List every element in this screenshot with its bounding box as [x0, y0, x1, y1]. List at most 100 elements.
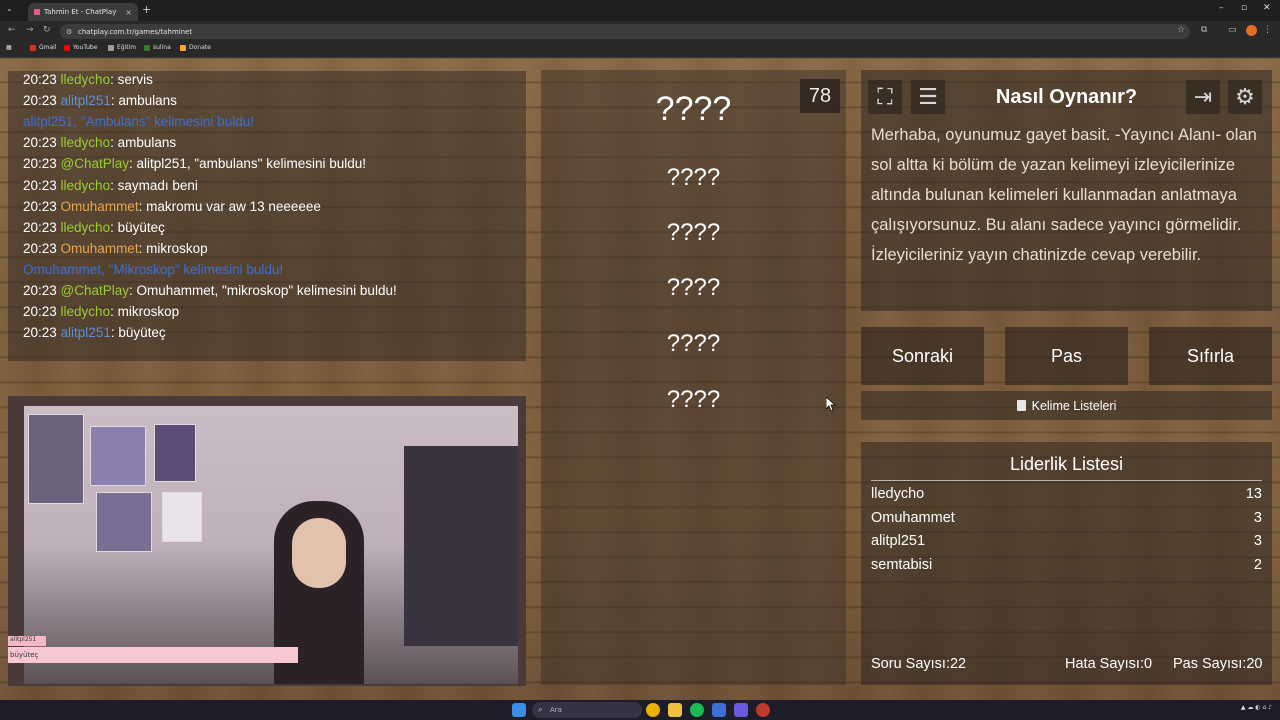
wall-poster	[90, 426, 146, 486]
chat-username[interactable]: Omuhammet,	[23, 262, 105, 277]
chat-timestamp: 20:23	[23, 219, 61, 235]
obs-icon[interactable]	[756, 703, 770, 717]
chat-message: 20:23 lledycho: servis	[23, 72, 153, 87]
bookmark-sulina[interactable]: sulina	[144, 44, 171, 51]
forward-icon[interactable]: →	[26, 25, 34, 35]
spotify-icon[interactable]	[690, 703, 704, 717]
back-icon[interactable]: ←	[8, 25, 16, 35]
overlay-message: büyüteç	[8, 647, 298, 663]
chat-username[interactable]: alitpl251	[61, 93, 111, 108]
reload-icon[interactable]: ↻	[43, 25, 51, 35]
chat-username[interactable]: @ChatPlay	[61, 283, 129, 298]
wall-poster	[154, 424, 196, 482]
chat-message: 20:23 alitpl251: ambulans	[23, 93, 177, 108]
webcam-video	[24, 406, 518, 684]
chat-username[interactable]: Omuhammet	[61, 241, 139, 256]
chat-username[interactable]: lledycho	[61, 135, 111, 150]
leaderboard-panel: Liderlik Listesi lledycho 13 Omuhammet 3…	[861, 442, 1272, 685]
bookmark-star-icon[interactable]: ☆	[1177, 25, 1185, 35]
windows-taskbar: ⌕ Ara ▲ ☁ ◐ ⌂ ♪	[0, 700, 1280, 720]
next-button[interactable]: Sonraki	[861, 327, 984, 385]
chat-username[interactable]: alitpl251,	[23, 114, 77, 129]
apps-grid-icon[interactable]: ▦	[6, 44, 12, 51]
donate-icon	[180, 44, 186, 51]
wall-poster	[162, 492, 202, 542]
chat-text: : saymadı beni	[110, 177, 198, 193]
chat-message: 20:23 Omuhammet: makromu var aw 13 neeee…	[23, 199, 321, 214]
chat-message: 20:23 lledycho: saymadı beni	[23, 178, 198, 193]
pass-button[interactable]: Pas	[1005, 327, 1128, 385]
chat-timestamp: 20:23	[23, 325, 61, 341]
extensions-icon[interactable]: ⧉	[1201, 25, 1207, 35]
close-window-icon[interactable]: ✕	[1263, 3, 1271, 13]
chat-username[interactable]: lledycho	[61, 220, 111, 235]
chat-message: 20:23 Omuhammet: mikroskop	[23, 241, 208, 256]
taskbar-search[interactable]: ⌕ Ara	[532, 702, 642, 718]
mouse-cursor-icon	[826, 397, 836, 411]
chat-timestamp: 20:23	[23, 283, 61, 298]
new-tab-icon[interactable]: +	[142, 3, 151, 16]
taskbar-search-placeholder: Ara	[550, 706, 562, 714]
chat-username[interactable]: lledycho	[61, 178, 111, 193]
forbidden-word: ????	[666, 164, 721, 191]
chat-username[interactable]: Omuhammet	[61, 199, 139, 214]
discord-icon[interactable]	[734, 703, 748, 717]
minimize-icon[interactable]: –	[1219, 3, 1224, 13]
site-info-icon[interactable]: ⚙	[66, 28, 72, 36]
windows-start-icon[interactable]	[512, 703, 526, 717]
browser-tab-active[interactable]: Tahmin Et - ChatPlay ×	[28, 3, 138, 21]
chat-username[interactable]: alitpl251	[61, 325, 111, 340]
leaderboard-row: semtabisi 2	[871, 557, 1262, 573]
maximize-icon[interactable]: ▫	[1241, 3, 1247, 13]
tab-close-icon[interactable]: ×	[125, 8, 132, 17]
app-icon[interactable]	[712, 703, 726, 717]
leaderboard-score: 13	[1245, 486, 1262, 502]
browser-tab-strip: ⌄ Tahmin Et - ChatPlay × + – ▫ ✕	[0, 0, 1280, 21]
address-bar[interactable]: ⚙ chatplay.com.tr/games/tahminet	[60, 24, 1190, 39]
bookmarks-bar: ▦ Gmail YouTube Eğitim sulina Donate	[0, 42, 1280, 58]
file-explorer-icon[interactable]	[668, 703, 682, 717]
chat-username[interactable]: lledycho	[61, 72, 111, 87]
forbidden-word: ????	[666, 386, 721, 413]
chat-text: : makromu var aw 13 neeeeee	[138, 198, 321, 214]
chat-text: "Mikroskop" kelimesini buldu!	[104, 261, 284, 277]
chat-message: Omuhammet, "Mikroskop" kelimesini buldu!	[23, 262, 283, 277]
how-to-play-text: Merhaba, oyunumuz gayet basit. -Yayıncı …	[871, 126, 1257, 264]
chat-text: : ambulans	[110, 135, 177, 151]
search-icon: ⌕	[538, 705, 543, 714]
bookmark-donate[interactable]: Donate	[180, 44, 211, 51]
bookmark-gmail[interactable]: Gmail	[30, 44, 57, 51]
chat-timestamp: 20:23	[23, 156, 61, 172]
word-lists-button[interactable]: Kelime Listeleri	[861, 391, 1272, 420]
system-tray[interactable]: ▲ ☁ ◐ ⌂ ♪	[1241, 704, 1272, 711]
leaderboard-row: Omuhammet 3	[871, 510, 1262, 526]
wall-poster	[96, 492, 152, 552]
tab-search-icon[interactable]: ⌄	[6, 4, 13, 13]
menu-kebab-icon[interactable]: ⋮	[1263, 25, 1272, 35]
countdown-timer: 78	[800, 79, 840, 113]
chat-message: 20:23 @ChatPlay: alitpl251, "ambulans" k…	[23, 156, 366, 171]
cast-icon[interactable]: ▭	[1228, 25, 1237, 35]
chrome-icon[interactable]	[646, 703, 660, 717]
chat-text: : mikroskop	[110, 304, 180, 320]
reset-button[interactable]: Sıfırla	[1149, 327, 1272, 385]
leaderboard-title: Liderlik Listesi	[1009, 454, 1124, 474]
chat-timestamp: 20:23	[23, 135, 61, 151]
profile-avatar[interactable]	[1246, 25, 1257, 36]
leaderboard-name: semtabisi	[871, 557, 933, 573]
error-count: Hata Sayısı:0	[1065, 656, 1153, 672]
chat-username[interactable]: lledycho	[61, 304, 111, 319]
settings-gear-icon[interactable]: ⚙	[1228, 80, 1262, 114]
address-url: chatplay.com.tr/games/tahminet	[78, 27, 193, 36]
chat-username[interactable]: @ChatPlay	[61, 156, 129, 171]
how-to-play-panel: ⛶ ☰ Nasıl Oynanır? ⇥ ⚙ Merhaba, oyunumuz…	[861, 70, 1272, 311]
bookmark-youtube[interactable]: YouTube	[64, 44, 97, 51]
streamer-face	[292, 518, 346, 588]
folder-icon	[108, 44, 114, 51]
bookmark-egitim[interactable]: Eğitim	[108, 44, 136, 51]
chat-panel[interactable]: 20:23 lledycho: servis 20:23 alitpl251: a…	[8, 71, 526, 361]
chat-message: 20:23 @ChatPlay: Omuhammet, "mikroskop" …	[23, 283, 397, 298]
leaderboard-name: alitpl251	[871, 533, 926, 549]
chat-message: 20:23 lledycho: mikroskop	[23, 304, 179, 319]
logout-icon[interactable]: ⇥	[1186, 80, 1220, 114]
